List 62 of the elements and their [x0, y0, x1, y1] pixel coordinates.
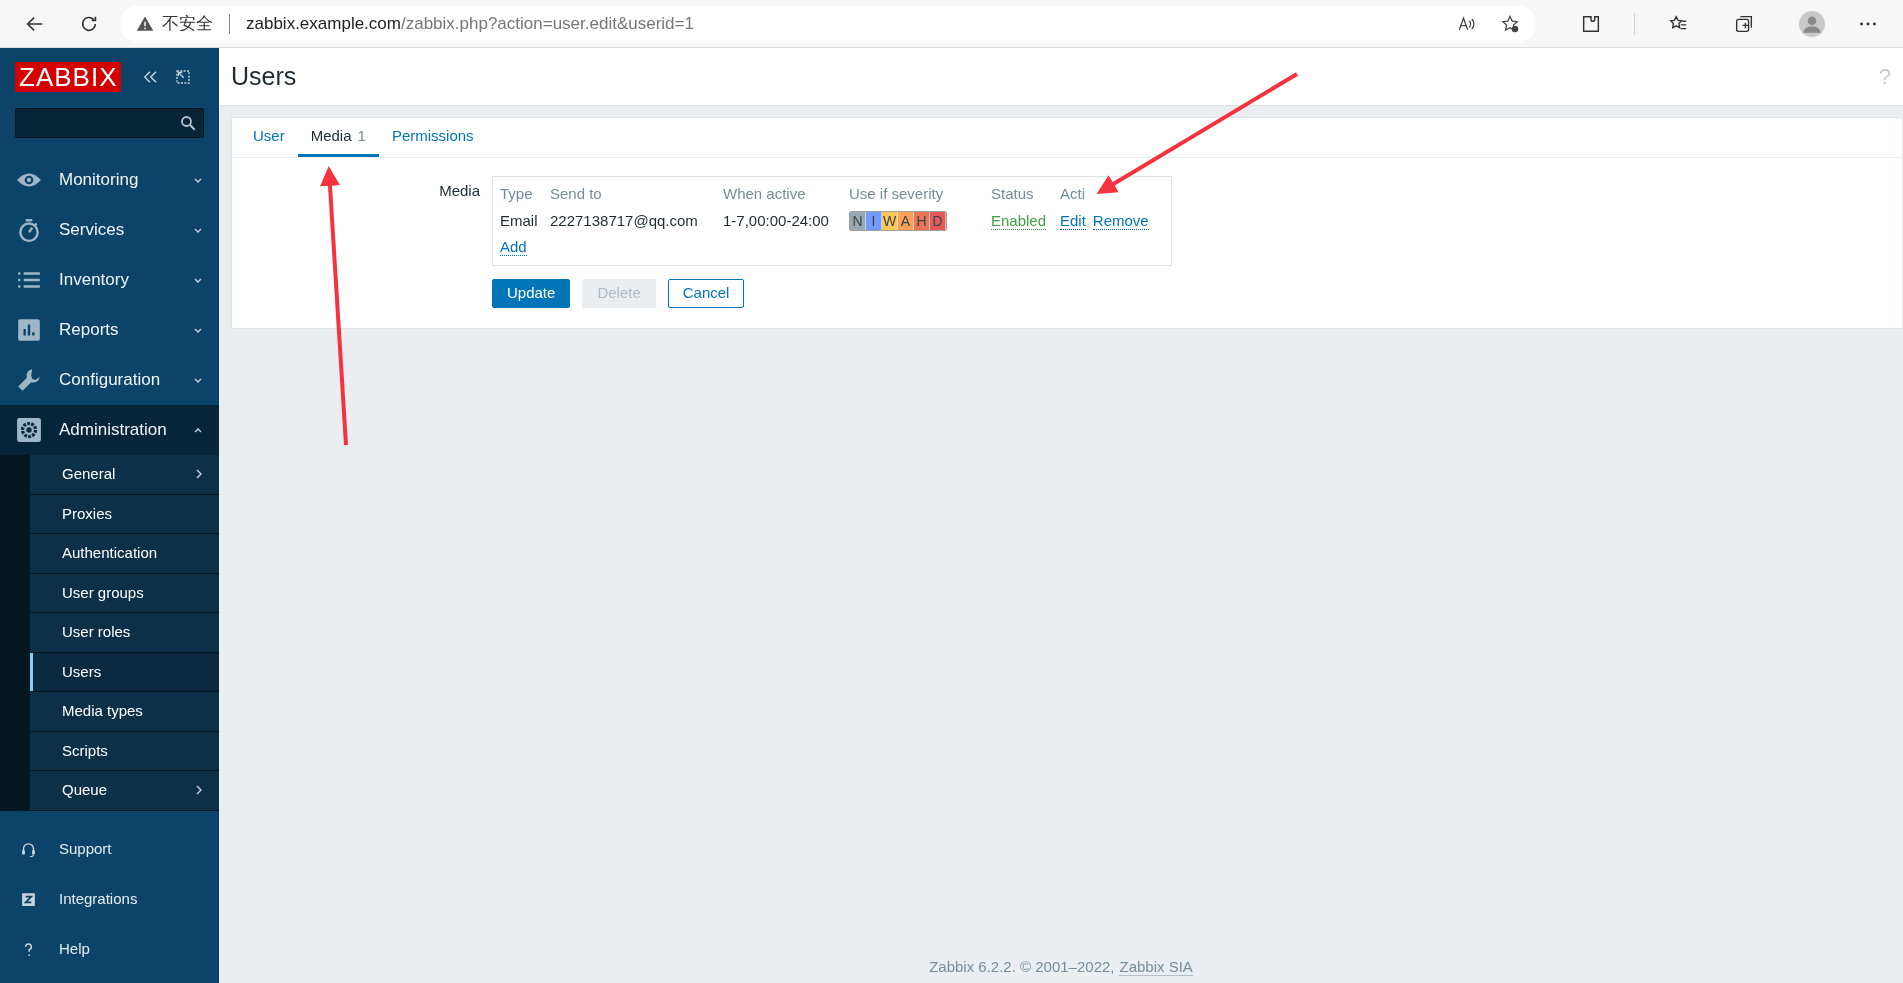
- stopwatch-icon: [16, 217, 42, 243]
- column-header: Acti: [1060, 183, 1086, 204]
- page-title: Users: [231, 60, 298, 92]
- table-cell-text: 2227138717@qq.com: [550, 210, 699, 231]
- severity-mark: I: [866, 212, 882, 231]
- form-button[interactable]: Cancel: [667, 279, 745, 308]
- column-header: Send to: [550, 183, 603, 204]
- warning-icon: [136, 14, 154, 33]
- column-header: When active: [723, 183, 807, 204]
- menu-item[interactable]: Administration: [0, 405, 219, 455]
- bar-chart-icon: [16, 317, 42, 343]
- tab[interactable]: Permissions: [378, 118, 487, 157]
- search-icon[interactable]: [179, 114, 197, 132]
- column-header: Status: [991, 183, 1035, 204]
- menu-item[interactable]: Inventory: [0, 255, 219, 305]
- headset-icon: [20, 841, 37, 858]
- submenu-item[interactable]: User groups: [30, 573, 219, 612]
- tab[interactable]: User: [240, 118, 298, 157]
- tab[interactable]: Media 1: [297, 118, 379, 157]
- star-add-icon[interactable]: [1500, 13, 1520, 34]
- severity-mark: D: [930, 212, 946, 231]
- submenu-item[interactable]: General: [30, 455, 219, 494]
- severity-mark: N: [850, 212, 866, 231]
- menu-item[interactable]: Configuration: [0, 355, 219, 405]
- table-cell-text: 1-7,00:00-24:00: [723, 210, 830, 231]
- menu-item[interactable]: Help: [0, 924, 219, 975]
- kiosk-mode-icon[interactable]: [175, 69, 192, 85]
- severity-mark: H: [914, 212, 930, 231]
- submenu-item[interactable]: Scripts: [30, 731, 219, 770]
- submenu-item[interactable]: User roles: [30, 613, 219, 652]
- field-label: Media: [438, 181, 481, 201]
- profile-avatar-icon[interactable]: [1799, 10, 1825, 37]
- menu-item[interactable]: Monitoring: [0, 155, 219, 205]
- menu-item[interactable]: Reports: [0, 305, 219, 355]
- submenu-item[interactable]: Proxies: [30, 494, 219, 533]
- severity-mark: A: [898, 212, 914, 231]
- column-header: Use if severity: [849, 183, 945, 204]
- zabbix-logo: ZABBIX: [15, 62, 122, 92]
- address-bar[interactable]: 不安全 zabbix.example.com/zabbix.php?action=user.edit&userid=1: [120, 5, 1536, 42]
- add-link[interactable]: Add: [500, 238, 527, 256]
- chevron-right-icon: [195, 469, 203, 480]
- submenu-item[interactable]: Media types: [30, 692, 219, 731]
- submenu-item[interactable]: Users: [30, 652, 219, 691]
- menu-item[interactable]: Support: [0, 824, 219, 875]
- table-cell-text: Email: [500, 210, 539, 231]
- submenu-item[interactable]: Authentication: [30, 534, 219, 573]
- severity-mark: W: [882, 212, 898, 231]
- gear-icon: [16, 417, 42, 443]
- footer-text: Zabbix 6.2.2. © 2001–2022,: [929, 956, 1115, 977]
- action-link[interactable]: Edit: [1060, 212, 1086, 230]
- submenu-item[interactable]: Queue: [30, 771, 219, 810]
- column-header: Type: [500, 183, 534, 204]
- url-text: zabbix.example.com/zabbix.php?action=user.edit&userid=1: [246, 12, 694, 35]
- search-field[interactable]: [15, 108, 204, 138]
- menu-item[interactable]: Integrations: [0, 874, 219, 925]
- wrench-icon: [16, 367, 42, 393]
- security-label: 不安全: [162, 12, 213, 35]
- menu-item[interactable]: Services: [0, 205, 219, 255]
- form-button[interactable]: Update: [492, 279, 571, 308]
- chevron-right-icon: [195, 785, 203, 796]
- action-link[interactable]: Remove: [1092, 212, 1149, 230]
- letter-z-icon: [20, 891, 37, 908]
